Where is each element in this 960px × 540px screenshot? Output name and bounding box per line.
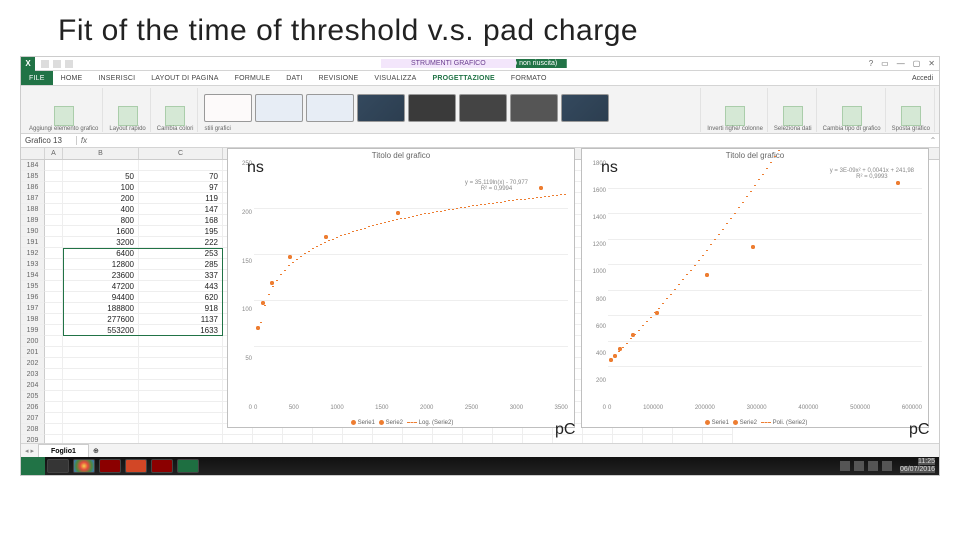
fx-icon[interactable]: fx	[77, 136, 91, 145]
maximize-icon[interactable]: ▢	[913, 59, 921, 68]
taskbar-explorer-icon[interactable]	[47, 459, 69, 473]
chart-style-swatch[interactable]	[204, 94, 252, 122]
chart-style-swatch[interactable]	[408, 94, 456, 122]
add-chart-element-icon	[54, 106, 74, 126]
chart-x-axis: 0100000200000300000400000500000600000	[608, 405, 922, 411]
slide-title: Fit of the time of threshold v.s. pad ch…	[0, 0, 960, 56]
window-controls[interactable]: ? ▭ — ▢ ✕	[869, 59, 935, 68]
ribbon-select-data[interactable]: Seleziona dati	[770, 88, 817, 132]
tray-icon[interactable]	[868, 461, 878, 471]
change-type-icon	[842, 106, 862, 126]
chart-y-axis: 250200150100500	[230, 161, 252, 411]
chart-style-swatch[interactable]	[306, 94, 354, 122]
overlay-ns-left: ns	[247, 159, 264, 177]
formula-bar: Grafico 13 fx ⌃	[21, 134, 939, 148]
windows-taskbar: 11:2506/07/2016	[21, 457, 939, 475]
tab-insert[interactable]: INSERISCI	[90, 75, 143, 82]
ribbon-change-chart-type[interactable]: Cambia tipo di grafico	[819, 88, 886, 132]
quick-access-toolbar[interactable]	[35, 60, 73, 68]
ribbon-add-chart-element[interactable]: Aggiungi elemento grafico	[25, 88, 103, 132]
tray-icon[interactable]	[882, 461, 892, 471]
chart-style-swatch[interactable]	[561, 94, 609, 122]
ribbon-move-chart[interactable]: Sposta grafico	[888, 88, 935, 132]
move-chart-icon	[901, 106, 921, 126]
chart-style-swatch[interactable]	[255, 94, 303, 122]
ribbon-quick-layout[interactable]: Layout rapido	[105, 88, 150, 132]
taskbar-chrome-icon[interactable]	[73, 459, 95, 473]
chart-title: Titolo del grafico	[228, 149, 574, 160]
spreadsheet-grid[interactable]: ABCDEFGHIJKLMNOPQRST 1841855070186100971…	[21, 148, 939, 443]
chart-style-swatch[interactable]	[357, 94, 405, 122]
start-button[interactable]	[21, 457, 45, 475]
overlay-ns-right: ns	[601, 159, 618, 177]
tab-chart-format[interactable]: FORMATO	[503, 75, 555, 82]
system-tray[interactable]: 11:2506/07/2016	[840, 458, 939, 474]
chart-style-swatch[interactable]	[510, 94, 558, 122]
minimize-icon[interactable]: —	[897, 59, 905, 68]
chart-legend: Serie1 Serie2 Log. (Serie2)	[228, 420, 574, 426]
select-data-icon	[783, 106, 803, 126]
chart-title: Titolo del grafico	[582, 149, 928, 160]
chart-plot-area: y = 3E-09x² + 0,0041x + 241,98R² = 0,999…	[608, 162, 922, 392]
excel-window: X tof 1 - Excel (Attivazione del prodott…	[20, 56, 940, 476]
close-icon[interactable]: ✕	[928, 59, 935, 68]
chart-x-axis: 0500100015002000250030003500	[254, 405, 568, 411]
ribbon-tabs: FILE HOME INSERISCI LAYOUT DI PAGINA FOR…	[21, 71, 939, 86]
tray-icon[interactable]	[840, 461, 850, 471]
ribbon-change-colors[interactable]: Cambia colori	[153, 88, 199, 132]
tab-page-layout[interactable]: LAYOUT DI PAGINA	[143, 75, 226, 82]
overlay-pc-right: pC	[909, 421, 929, 439]
chart-1[interactable]: Titolo del grafico 250200150100500 y = 3…	[227, 148, 575, 428]
taskbar-clock[interactable]: 11:2506/07/2016	[896, 458, 935, 474]
taskbar-filezilla2-icon[interactable]	[151, 459, 173, 473]
ribbon-chart-styles[interactable]: stili grafici	[200, 88, 701, 132]
add-sheet-button[interactable]: ⊕	[89, 447, 103, 455]
chart-y-axis: 180016001400120010008006004002000	[584, 161, 606, 411]
help-icon[interactable]: ?	[869, 59, 873, 68]
chart-legend: Serie1 Serie2 Poli. (Serie2)	[582, 420, 928, 426]
tab-file[interactable]: FILE	[21, 71, 53, 85]
taskbar-excel-icon[interactable]	[177, 459, 199, 473]
sheet-tab-foglio1[interactable]: Foglio1	[38, 444, 89, 457]
chart-fit-equation: y = 3E-09x² + 0,0041x + 241,98R² = 0,999…	[830, 168, 914, 180]
taskbar-powerpoint-icon[interactable]	[125, 459, 147, 473]
chart-style-swatch[interactable]	[459, 94, 507, 122]
chart-2[interactable]: Titolo del grafico 180016001400120010008…	[581, 148, 929, 428]
excel-icon: X	[21, 57, 35, 71]
taskbar-filezilla-icon[interactable]	[99, 459, 121, 473]
tab-formulas[interactable]: FORMULE	[227, 75, 279, 82]
tab-data[interactable]: DATI	[278, 75, 310, 82]
ribbon-switch-rowcol[interactable]: Inverti righe/ colonne	[703, 88, 768, 132]
name-box[interactable]: Grafico 13	[21, 136, 77, 145]
chart-plot-area: y = 35,119ln(x) - 70,977R² = 0,9994	[254, 162, 568, 392]
ribbon-collapse-icon[interactable]: ▭	[881, 59, 889, 68]
switch-rowcol-icon	[725, 106, 745, 126]
tab-chart-design[interactable]: PROGETTAZIONE	[424, 75, 502, 82]
ribbon-body: Aggiungi elemento grafico Layout rapido …	[21, 86, 939, 134]
contextual-tab-label: STRUMENTI GRAFICO	[381, 59, 516, 68]
change-colors-icon	[165, 106, 185, 126]
tab-view[interactable]: VISUALIZZA	[366, 75, 424, 82]
tab-review[interactable]: REVISIONE	[310, 75, 366, 82]
quick-layout-icon	[118, 106, 138, 126]
formula-bar-expand-icon[interactable]: ⌃	[927, 136, 939, 145]
sign-in-link[interactable]: Accedi	[912, 75, 933, 82]
chart-fit-equation: y = 35,119ln(x) - 70,977R² = 0,9994	[465, 180, 528, 192]
tab-home[interactable]: HOME	[53, 75, 91, 82]
sheet-tab-bar: ◂ ▸ Foglio1 ⊕	[21, 443, 939, 457]
titlebar: X tof 1 - Excel (Attivazione del prodott…	[21, 57, 939, 71]
sheet-nav-arrows[interactable]: ◂ ▸	[21, 447, 38, 455]
overlay-pc-left: pC	[555, 421, 575, 439]
tray-icon[interactable]	[854, 461, 864, 471]
